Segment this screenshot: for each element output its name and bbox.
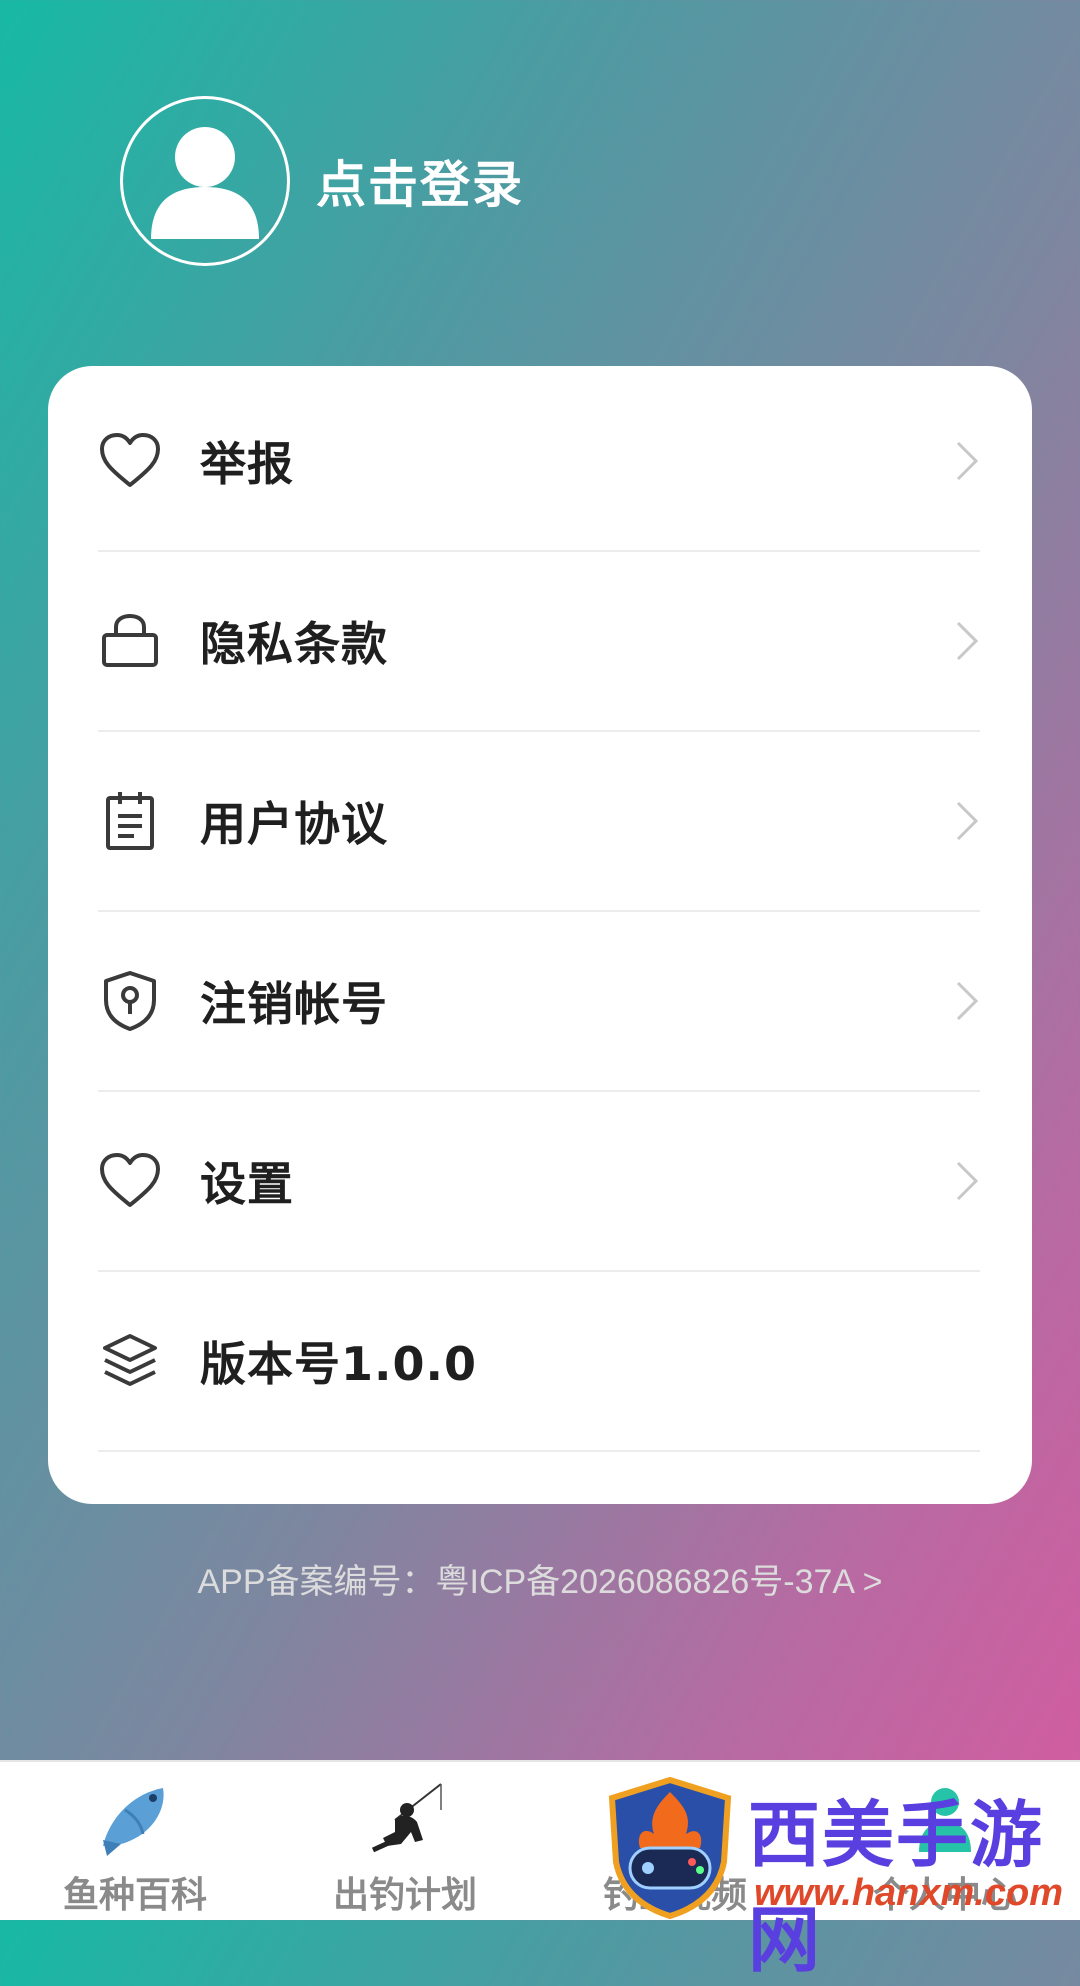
tab-fishing-plan[interactable]: 出钓计划 — [270, 1762, 540, 1922]
menu-card: 举报 隐私条款 用户协议 注销帐号 设置 版本号1.0.0 — [48, 366, 1032, 1504]
menu-item-label: 用户协议 — [200, 797, 388, 851]
chevron-right-icon — [956, 981, 979, 1021]
login-button[interactable]: 点击登录 — [316, 145, 524, 217]
menu-item-user-agreement[interactable]: 用户协议 — [98, 732, 980, 912]
icp-record-link[interactable]: APP备案编号：粤ICP备2026086826号-37A > — [0, 1554, 1080, 1603]
chevron-right-icon — [956, 621, 979, 661]
document-icon — [98, 789, 162, 853]
menu-item-version: 版本号1.0.0 — [98, 1272, 980, 1452]
menu-item-settings[interactable]: 设置 — [98, 1092, 980, 1272]
menu-item-label: 举报 — [200, 437, 294, 491]
heart-icon — [98, 1149, 162, 1213]
user-avatar-icon — [151, 127, 259, 239]
avatar[interactable] — [120, 96, 290, 266]
fish-icon — [103, 1788, 164, 1856]
lock-icon — [98, 609, 162, 673]
watermark: 西美手游网 www.hanxm.com — [600, 1776, 1070, 1982]
chevron-right-icon — [956, 441, 979, 481]
heart-icon — [98, 429, 162, 493]
chevron-right-icon — [956, 1161, 979, 1201]
menu-item-privacy[interactable]: 隐私条款 — [98, 552, 980, 732]
nav-label: 鱼种百科 — [62, 1875, 207, 1916]
nav-label: 出钓计划 — [332, 1875, 477, 1916]
watermark-url: www.hanxm.com — [754, 1872, 1063, 1914]
menu-item-report[interactable]: 举报 — [98, 372, 980, 552]
profile-header[interactable]: 点击登录 — [120, 96, 524, 266]
menu-item-delete-account[interactable]: 注销帐号 — [98, 912, 980, 1092]
menu-item-label: 隐私条款 — [200, 617, 388, 671]
menu-item-label: 设置 — [200, 1157, 294, 1211]
chevron-right-icon — [956, 801, 979, 841]
layers-icon — [98, 1329, 162, 1393]
gamepad-shield-logo-icon — [608, 1776, 732, 1920]
tab-fish-encyclopedia[interactable]: 鱼种百科 — [0, 1762, 270, 1922]
angler-icon — [371, 1783, 442, 1853]
version-label: 版本号1.0.0 — [200, 1337, 477, 1391]
menu-item-label: 注销帐号 — [200, 977, 388, 1031]
shield-icon — [98, 969, 162, 1033]
